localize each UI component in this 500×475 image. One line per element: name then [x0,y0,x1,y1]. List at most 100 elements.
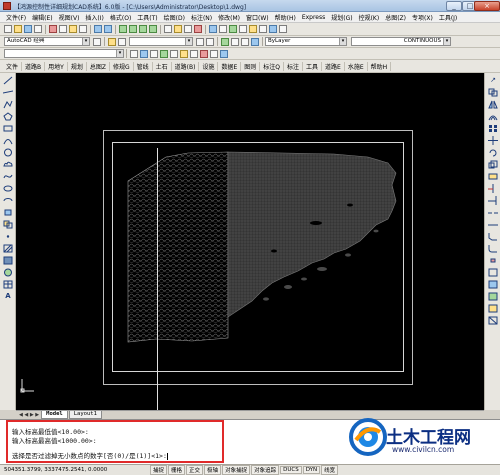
mirror-icon[interactable] [488,100,498,109]
menu-edit[interactable]: 编辑(E) [29,13,55,22]
break-icon[interactable] [488,208,498,217]
open-icon[interactable] [14,25,22,33]
join-icon[interactable] [488,220,498,229]
menu-planning[interactable]: 规划(G) [328,13,355,22]
circle-icon[interactable] [3,148,13,157]
style-icon-4[interactable] [160,49,168,58]
cut-icon[interactable] [49,25,57,33]
offset-icon[interactable] [488,112,498,121]
plugin-menu-road-b[interactable]: 道路(B) [172,61,200,71]
tab-model[interactable]: Model [41,411,68,419]
toolbar-icon-3[interactable] [229,25,237,33]
arc-icon[interactable] [3,136,13,145]
explode-icon[interactable] [488,256,498,265]
style-select[interactable]: ▾ [4,49,124,58]
otrack-toggle[interactable]: 对象追踪 [251,465,280,475]
revision-cloud-icon[interactable] [3,160,13,169]
ellipse-arc-icon[interactable] [3,196,13,205]
spline-icon[interactable] [3,172,13,181]
menu-view[interactable]: 视图(V) [56,13,83,22]
plugin-menu-data[interactable]: 数据E [218,61,242,71]
plugin-menu-file[interactable]: 文件 [3,61,23,71]
menu-file[interactable]: 文件(F) [3,13,29,22]
plugin-menu-drawing-rules[interactable]: 图则 [241,61,261,71]
style-icon-3[interactable] [150,49,158,58]
redo-icon[interactable] [104,25,112,33]
tab-scroll-buttons[interactable]: ◀ ◀ ▶ ▶ [19,412,39,418]
zoom-window-icon[interactable] [139,25,147,33]
menu-special[interactable]: 专项(X) [409,13,436,22]
menu-site-plan[interactable]: 总图(Z) [382,13,409,22]
undo-icon[interactable] [94,25,102,33]
scale-icon[interactable] [488,160,498,169]
plugin-menu-pipeline[interactable]: 管线 [134,61,153,71]
plugin-menu-earthwork[interactable]: 土石 [153,61,172,71]
toolbar-icon-7[interactable] [269,25,277,33]
menu-express[interactable]: Express [299,14,328,21]
modify-icon-3[interactable] [488,292,498,301]
stretch-icon[interactable] [488,172,498,181]
plugin-menu-tools[interactable]: 工具 [303,61,323,71]
toolbar-icon-1[interactable] [209,25,217,33]
menu-help[interactable]: 帮助(H) [272,13,299,22]
trim-icon[interactable] [488,184,498,193]
erase-icon[interactable]: ↗ [488,76,498,85]
zoom-previous-icon[interactable] [149,25,157,33]
make-current-layer-icon[interactable] [196,37,204,46]
plugin-menu-road[interactable]: 道路B [22,61,46,71]
tab-layout1[interactable]: Layout1 [68,411,102,419]
polyline-icon[interactable] [3,100,13,109]
construction-line-icon[interactable] [2,88,14,97]
plugin-menu-site-plan[interactable]: 总图Z [87,61,110,71]
menu-control[interactable]: 控规(K) [356,13,383,22]
style-icon-8[interactable] [200,49,208,58]
linetype-select[interactable]: CONTINUOUS ▾ [351,37,451,46]
menu-modify[interactable]: 修改(M) [215,13,243,22]
modify-icon-2[interactable] [488,280,498,289]
ellipse-icon[interactable] [3,184,13,193]
ducs-toggle[interactable]: DUCS [280,466,302,474]
extend-icon[interactable] [488,196,498,205]
snap-toggle[interactable]: 捕捉 [150,465,168,475]
region-icon[interactable] [3,268,13,277]
gradient-icon[interactable] [3,256,13,265]
copy-object-icon[interactable] [488,88,498,97]
plot-style-icon[interactable] [251,37,259,46]
plugin-menu-landuse[interactable]: 用地Y [45,61,68,71]
polar-toggle[interactable]: 极轴 [204,465,222,475]
point-icon[interactable] [3,232,13,241]
modify-icon-4[interactable] [488,304,498,313]
print-icon[interactable] [34,25,42,33]
workspace-settings-icon[interactable] [93,37,101,46]
plugin-menu-annotate-q[interactable]: 标注Q [260,61,285,71]
plugin-menu-water[interactable]: 水施E [345,61,368,71]
style-icon-6[interactable] [180,49,188,58]
line-icon[interactable] [3,76,13,85]
style-icon-2[interactable] [140,49,148,58]
modify-icon-1[interactable] [488,268,498,277]
menu-dimension[interactable]: 标注(N) [188,13,215,22]
osnap-toggle[interactable]: 对象捕捉 [222,465,251,475]
polygon-icon[interactable] [3,112,13,121]
toolbar-icon-4[interactable] [239,25,247,33]
chamfer-icon[interactable] [488,232,498,241]
dyn-toggle[interactable]: DYN [302,466,321,474]
copy-icon[interactable] [59,25,67,33]
multiline-text-icon[interactable]: A [3,292,13,301]
rotate-icon[interactable] [488,148,498,157]
array-icon[interactable] [488,124,498,133]
plugin-menu-facilities[interactable]: 设施 [199,61,219,71]
plugin-menu-planning[interactable]: 规划 [68,61,87,71]
style-icon-5[interactable] [170,49,178,58]
hatch-icon[interactable] [3,244,13,253]
layer-state-icon[interactable] [118,37,126,46]
ortho-toggle[interactable]: 正交 [186,465,204,475]
plugin-menu-annotate[interactable]: 标注 [284,61,304,71]
match-properties-icon[interactable] [79,25,87,33]
layer-manager-icon[interactable] [108,37,116,46]
table-icon[interactable] [3,280,13,289]
new-icon[interactable] [4,25,12,33]
minimize-button[interactable]: _ [446,1,462,11]
layer-select[interactable]: ▾ [129,37,193,46]
menu-insert[interactable]: 插入(I) [82,13,106,22]
